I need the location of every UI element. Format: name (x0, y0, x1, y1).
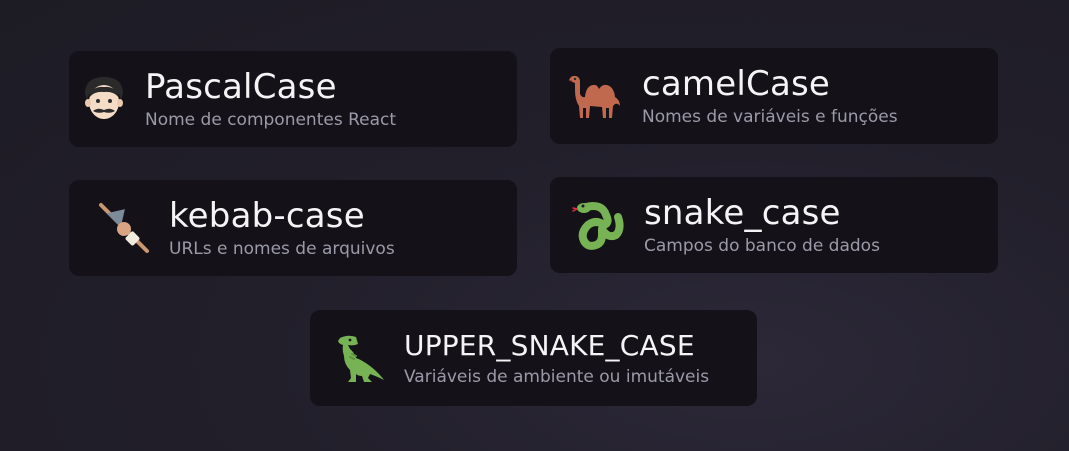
camel-icon (566, 70, 626, 122)
card-subtitle: Campos do banco de dados (644, 235, 880, 256)
card-subtitle: Nome de componentes React (145, 109, 397, 130)
oden-skewer-icon (91, 199, 151, 257)
upper-snake-case-card: UPPER_SNAKE_CASE Variáveis de ambiente o… (310, 310, 757, 406)
snake-icon (572, 199, 626, 251)
snake-case-card: snake_case Campos do banco de dados (550, 177, 998, 273)
card-title: camelCase (642, 63, 831, 104)
pascalcase-card: PascalCase Nome de componentes React (69, 51, 517, 147)
kebab-case-card: kebab-case URLs e nomes de arquivos (69, 180, 517, 276)
camelcase-card: camelCase Nomes de variáveis e funções (550, 48, 998, 144)
card-subtitle: Nomes de variáveis e funções (642, 106, 898, 127)
card-title: kebab-case (169, 195, 365, 236)
card-title: snake_case (644, 192, 841, 233)
card-title: UPPER_SNAKE_CASE (404, 328, 695, 362)
card-subtitle: URLs e nomes de arquivos (169, 238, 395, 259)
card-title: PascalCase (145, 66, 337, 107)
man-with-mustache-icon (81, 74, 127, 124)
t-rex-icon (334, 332, 386, 384)
card-subtitle: Variáveis de ambiente ou imutáveis (404, 366, 710, 387)
